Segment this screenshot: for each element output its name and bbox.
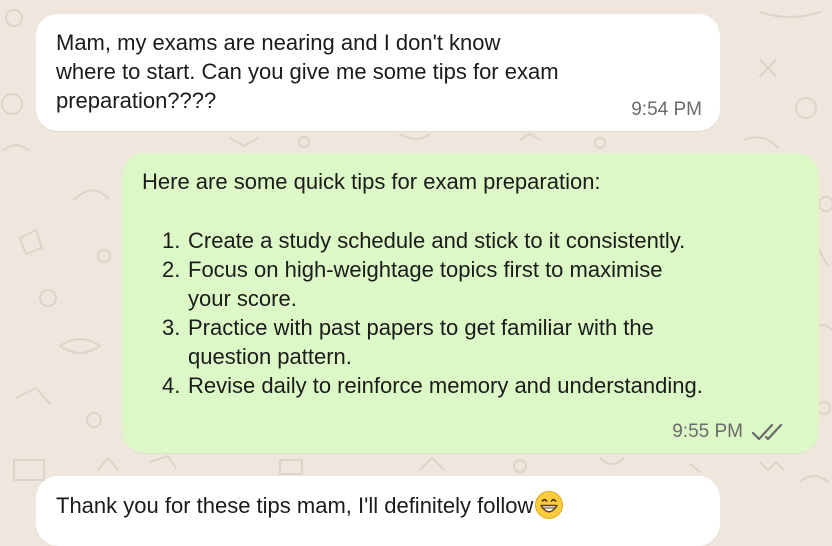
list-item-text: question pattern.	[188, 344, 352, 369]
outgoing-message-bubble[interactable]: Here are some quick tips for exam prepar…	[122, 153, 819, 453]
list-item-text: Practice with past papers to get familia…	[188, 315, 654, 340]
incoming-message-bubble[interactable]: Thank you for these tips mam, I'll defin…	[36, 476, 720, 546]
message-text-line: Mam, my exams are nearing and I don't kn…	[56, 30, 501, 55]
message-text: Mam, my exams are nearing and I don't kn…	[56, 28, 576, 115]
list-item: 1. Create a study schedule and stick to …	[162, 226, 799, 255]
message-timestamp: 9:55 PM	[672, 421, 743, 442]
list-item-text: your score.	[188, 286, 297, 311]
grinning-face-emoji-icon	[535, 491, 564, 519]
list-item-number: 1.	[162, 228, 181, 253]
list-item: 2. Focus on high-weightage topics first …	[162, 255, 799, 313]
incoming-message-bubble[interactable]: Mam, my exams are nearing and I don't kn…	[36, 14, 720, 131]
list-item-number: 2.	[162, 257, 181, 282]
list-item: 4. Revise daily to reinforce memory and …	[162, 371, 799, 400]
tips-list: 1. Create a study schedule and stick to …	[142, 226, 799, 400]
message-timestamp: 9:54 PM	[631, 99, 702, 120]
list-item-number: 4.	[162, 373, 181, 398]
list-item-number: 3.	[162, 315, 181, 340]
list-item-text: Revise daily to reinforce memory and und…	[188, 373, 703, 398]
message-text-line: where to start. Can you give me some tip…	[56, 59, 559, 84]
list-item-text: Focus on high-weightage topics first to …	[188, 257, 663, 282]
message-text: Thank you for these tips mam, I'll defin…	[56, 493, 534, 518]
message-intro-text: Here are some quick tips for exam prepar…	[142, 169, 601, 194]
double-check-icon	[751, 423, 783, 441]
list-item-text: Create a study schedule and stick to it …	[188, 228, 686, 253]
message-text-line: preparation????	[56, 88, 217, 113]
list-item: 3. Practice with past papers to get fami…	[162, 313, 799, 371]
